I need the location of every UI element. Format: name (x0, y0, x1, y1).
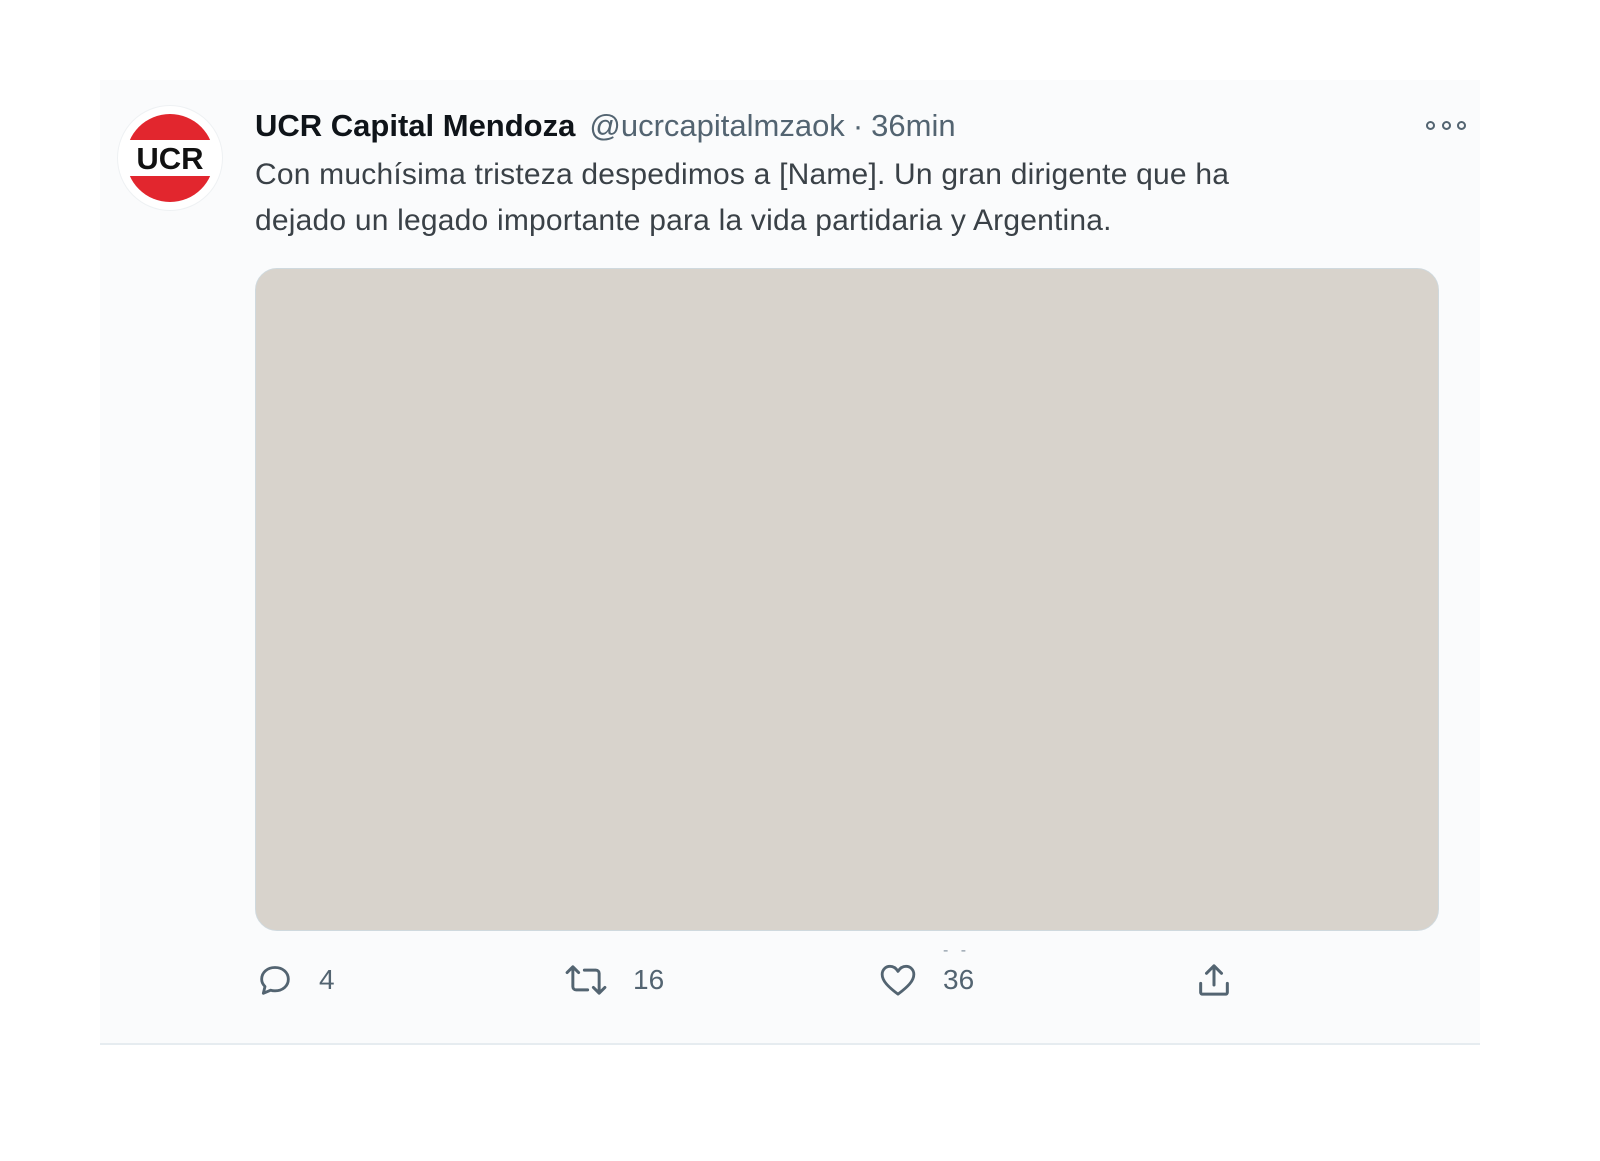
more-dot (1426, 120, 1435, 130)
tweet-header: UCR Capital Mendoza @ucrcapitalmzaok · 3… (255, 108, 1435, 150)
retweet-button[interactable]: 16 (563, 950, 664, 1010)
photo-placeholder (256, 269, 1438, 930)
avatar[interactable]: UCR (118, 106, 222, 210)
heart-icon (880, 964, 916, 996)
more-options-icon[interactable] (1426, 116, 1466, 134)
more-dot (1441, 120, 1451, 130)
like-button[interactable]: - - 36 (877, 942, 975, 1010)
tweet-timestamp[interactable]: 36min (871, 108, 955, 144)
tweet-text-line: Con muchísima tristeza despedimos a [Nam… (255, 158, 1230, 191)
svg-text:UCR: UCR (136, 141, 203, 176)
header-separator: · (852, 108, 864, 143)
reply-count: 4 (319, 964, 335, 995)
user-handle[interactable]: @ucrcapitalmzaok (589, 108, 844, 144)
tweet-text: Con muchísima tristeza despedimos a [Nam… (255, 152, 1455, 244)
retweet-count: 16 (633, 964, 665, 995)
reply-icon (260, 966, 290, 995)
tweet-photo[interactable] (255, 268, 1439, 931)
retweet-icon (565, 965, 607, 995)
like-count-animation: - - (943, 942, 971, 959)
ucr-logo: UCR (126, 114, 214, 202)
reply-button[interactable]: 4 (255, 950, 335, 1010)
share-icon (1199, 964, 1229, 996)
share-button[interactable] (1193, 950, 1235, 1010)
more-dot (1457, 120, 1466, 130)
tweet-text-line: dejado un legado importante para la vida… (255, 204, 1112, 237)
tweet-actions: 4 16 - - 36 (255, 942, 1439, 1010)
like-count: 36 (943, 964, 975, 995)
tweet-card[interactable]: UCR UCR Capital Mendoza @ucrcapitalmzaok… (100, 80, 1480, 1045)
display-name[interactable]: UCR Capital Mendoza (255, 108, 575, 144)
like-count-wrapper: - - 36 (943, 942, 975, 996)
